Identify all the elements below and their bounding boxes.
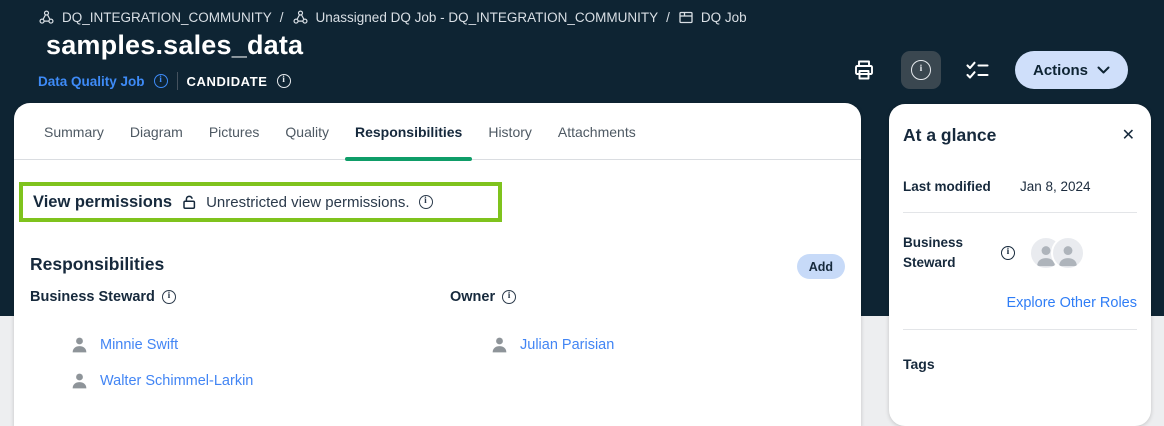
status-badge: CANDIDATE	[187, 74, 268, 89]
at-a-glance-title: At a glance	[903, 125, 996, 146]
breadcrumb-item-label: DQ_INTEGRATION_COMMUNITY	[62, 10, 272, 25]
breadcrumb-separator: /	[280, 10, 284, 25]
steward-avatars[interactable]	[1029, 236, 1085, 270]
responsibility-column: Business Steward Minnie Swift Walter Schim…	[30, 289, 450, 391]
tags-label: Tags	[903, 356, 1137, 372]
info-icon[interactable]	[502, 290, 516, 304]
people-list: Julian Parisian	[450, 335, 845, 355]
avatar[interactable]	[1051, 236, 1085, 270]
unlock-icon	[181, 194, 197, 210]
toolbar: Actions	[852, 51, 1128, 89]
actions-button[interactable]: Actions	[1015, 51, 1128, 89]
role-column-title: Owner	[450, 289, 495, 305]
vertical-divider	[177, 72, 178, 90]
at-a-glance-toggle-button[interactable]	[901, 51, 941, 89]
breadcrumb-item-label: DQ Job	[701, 10, 747, 25]
tab-bar: SummaryDiagramPicturesQualityResponsibil…	[14, 103, 861, 160]
chevron-down-icon	[1097, 66, 1110, 74]
asset-box-icon	[678, 10, 694, 25]
breadcrumb-item[interactable]: DQ Job	[678, 10, 747, 25]
breadcrumb-item-label: Unassigned DQ Job - DQ_INTEGRATION_COMMU…	[316, 10, 659, 25]
person-link[interactable]: Walter Schimmel-Larkin	[100, 373, 253, 389]
add-responsibility-button[interactable]: Add	[797, 254, 845, 279]
page-title: samples.sales_data	[46, 30, 303, 61]
responsibilities-heading: Responsibilities	[30, 254, 164, 275]
responsibility-column: Owner Julian Parisian	[450, 289, 845, 391]
person-row: Julian Parisian	[450, 335, 845, 355]
breadcrumb-item[interactable]: DQ_INTEGRATION_COMMUNITY	[38, 9, 272, 26]
breadcrumb: DQ_INTEGRATION_COMMUNITY / Unassigned DQ J…	[38, 9, 747, 26]
role-column-header: Owner	[450, 289, 845, 305]
responsibilities-columns: Business Steward Minnie Swift Walter Schim…	[30, 289, 845, 391]
divider	[903, 329, 1137, 330]
role-column-header: Business Steward	[30, 289, 450, 305]
print-button[interactable]	[852, 58, 876, 82]
close-icon[interactable]	[1120, 126, 1137, 146]
actions-button-label: Actions	[1033, 62, 1088, 79]
person-row: Walter Schimmel-Larkin	[30, 371, 450, 391]
asset-type-link[interactable]: Data Quality Job	[38, 74, 145, 89]
asset-meta-row: Data Quality Job CANDIDATE	[38, 72, 291, 90]
info-icon[interactable]	[154, 74, 168, 88]
breadcrumb-item[interactable]: Unassigned DQ Job - DQ_INTEGRATION_COMMU…	[292, 9, 659, 26]
info-icon[interactable]	[277, 74, 291, 88]
person-avatar-icon	[70, 335, 89, 355]
tab-responsibilities[interactable]: Responsibilities	[345, 124, 472, 159]
view-permissions-title: View permissions	[33, 193, 172, 212]
breadcrumb-separator: /	[666, 10, 670, 25]
person-row: Minnie Swift	[30, 335, 450, 355]
community-icon	[38, 9, 55, 26]
asset-main-card: SummaryDiagramPicturesQualityResponsibil…	[14, 103, 861, 426]
person-avatar-icon	[70, 371, 89, 391]
at-a-glance-panel: At a glance Last modified Jan 8, 2024 Bu…	[889, 104, 1151, 426]
info-icon[interactable]	[419, 195, 433, 209]
person-link[interactable]: Julian Parisian	[520, 337, 614, 353]
info-icon[interactable]	[162, 290, 176, 304]
tab-attachments[interactable]: Attachments	[548, 124, 646, 159]
divider	[903, 212, 1137, 213]
tab-summary[interactable]: Summary	[34, 124, 114, 159]
role-column-title: Business Steward	[30, 289, 155, 305]
business-steward-label: Business Steward	[903, 233, 989, 273]
tasks-checklist-icon	[965, 61, 990, 80]
tab-diagram[interactable]: Diagram	[120, 124, 193, 159]
info-icon[interactable]	[1001, 246, 1015, 260]
last-modified-value: Jan 8, 2024	[1020, 179, 1091, 194]
person-avatar-icon	[490, 335, 509, 355]
info-icon	[911, 60, 931, 80]
community-icon	[292, 9, 309, 26]
view-permissions-message: Unrestricted view permissions.	[206, 194, 409, 211]
explore-other-roles-link[interactable]: Explore Other Roles	[903, 295, 1137, 311]
tab-pictures[interactable]: Pictures	[199, 124, 270, 159]
tab-quality[interactable]: Quality	[275, 124, 339, 159]
page: DQ_INTEGRATION_COMMUNITY / Unassigned DQ J…	[0, 0, 1164, 426]
view-permissions-highlight: View permissions Unrestricted view permi…	[19, 182, 502, 222]
people-list: Minnie Swift Walter Schimmel-Larkin	[30, 335, 450, 391]
last-modified-label: Last modified	[903, 179, 1020, 194]
person-link[interactable]: Minnie Swift	[100, 337, 178, 353]
printer-icon	[852, 58, 876, 82]
tab-history[interactable]: History	[478, 124, 542, 159]
tasks-button[interactable]	[965, 61, 990, 80]
